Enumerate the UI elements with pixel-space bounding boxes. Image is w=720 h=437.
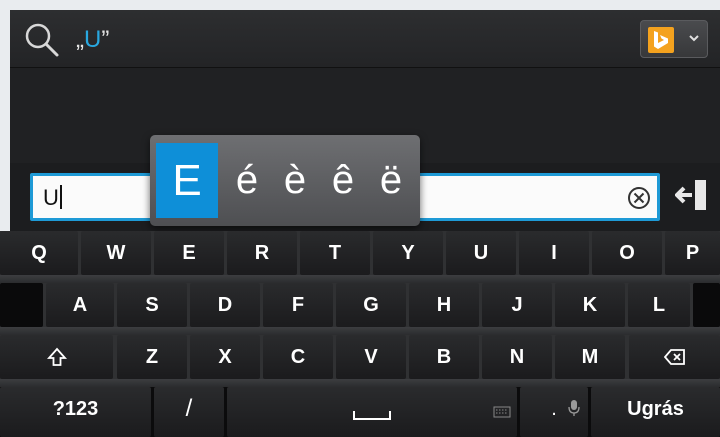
keyboard-row-2: A S D F G H J K L [0, 283, 720, 327]
search-icon[interactable] [24, 22, 60, 58]
key-q[interactable]: Q [0, 231, 78, 275]
key-y[interactable]: Y [373, 231, 443, 275]
microphone-icon [568, 389, 580, 433]
key-x[interactable]: X [190, 335, 260, 379]
key-v[interactable]: V [336, 335, 406, 379]
period-key[interactable]: . [520, 387, 588, 437]
bing-logo-icon [648, 27, 674, 53]
slash-key[interactable]: / [154, 387, 224, 437]
key-m[interactable]: M [555, 335, 625, 379]
search-input-value: U [43, 185, 62, 211]
accent-popup: E é è ê ë [150, 135, 420, 226]
key-u[interactable]: U [446, 231, 516, 275]
space-icon [352, 398, 392, 420]
backspace-key[interactable] [629, 335, 720, 379]
key-n[interactable]: N [482, 335, 552, 379]
key-o[interactable]: O [592, 231, 662, 275]
keyboard-icon [493, 390, 511, 434]
key-c[interactable]: C [263, 335, 333, 379]
shift-key[interactable] [0, 335, 113, 379]
accent-option[interactable]: é [222, 143, 272, 218]
query-close-quote: ” [101, 26, 110, 53]
input-text: U [43, 185, 59, 210]
accent-option[interactable]: ë [366, 143, 416, 218]
keyboard-divider [0, 275, 720, 283]
search-query: „U” [76, 26, 109, 54]
key-b[interactable]: B [409, 335, 479, 379]
key-r[interactable]: R [227, 231, 297, 275]
keyboard-divider [0, 379, 720, 387]
key-a[interactable]: A [46, 283, 114, 327]
key-k[interactable]: K [555, 283, 625, 327]
key-h[interactable]: H [409, 283, 479, 327]
space-key[interactable] [227, 387, 517, 437]
key-l[interactable]: L [628, 283, 690, 327]
accent-option[interactable]: E [156, 143, 218, 218]
symbols-key[interactable]: ?123 [0, 387, 151, 437]
key-g[interactable]: G [336, 283, 406, 327]
query-open-quote: „ [76, 26, 84, 53]
clear-icon[interactable] [627, 186, 651, 215]
key-i[interactable]: I [519, 231, 589, 275]
keyboard-row-1: Q W E R T Y U I O P [0, 231, 720, 275]
accent-option[interactable]: è [270, 143, 320, 218]
keyboard-row-4: ?123 / . Ugrás [0, 387, 720, 437]
query-term: U [84, 26, 102, 53]
search-bar: „U” [10, 10, 720, 68]
keyboard-divider [0, 327, 720, 335]
enter-icon[interactable] [674, 177, 711, 218]
key-w[interactable]: W [81, 231, 151, 275]
period-label: . [551, 398, 557, 420]
search-engine-selector[interactable] [640, 20, 708, 58]
key-spacer [693, 283, 720, 327]
window-frame-top [0, 0, 720, 10]
chevron-down-icon [687, 31, 701, 50]
key-s[interactable]: S [117, 283, 187, 327]
key-j[interactable]: J [482, 283, 552, 327]
go-key[interactable]: Ugrás [591, 387, 720, 437]
key-d[interactable]: D [190, 283, 260, 327]
key-p[interactable]: P [665, 231, 720, 275]
key-e[interactable]: E [154, 231, 224, 275]
shift-icon [46, 346, 67, 368]
keyboard-row-3: Z X C V B N M [0, 335, 720, 379]
key-z[interactable]: Z [117, 335, 187, 379]
backspace-icon [663, 346, 686, 368]
key-t[interactable]: T [300, 231, 370, 275]
key-f[interactable]: F [263, 283, 333, 327]
accent-option[interactable]: ê [318, 143, 368, 218]
key-spacer [0, 283, 43, 327]
text-caret [59, 185, 62, 209]
keyboard: Q W E R T Y U I O P A S D F G H J K L Z [0, 231, 720, 437]
